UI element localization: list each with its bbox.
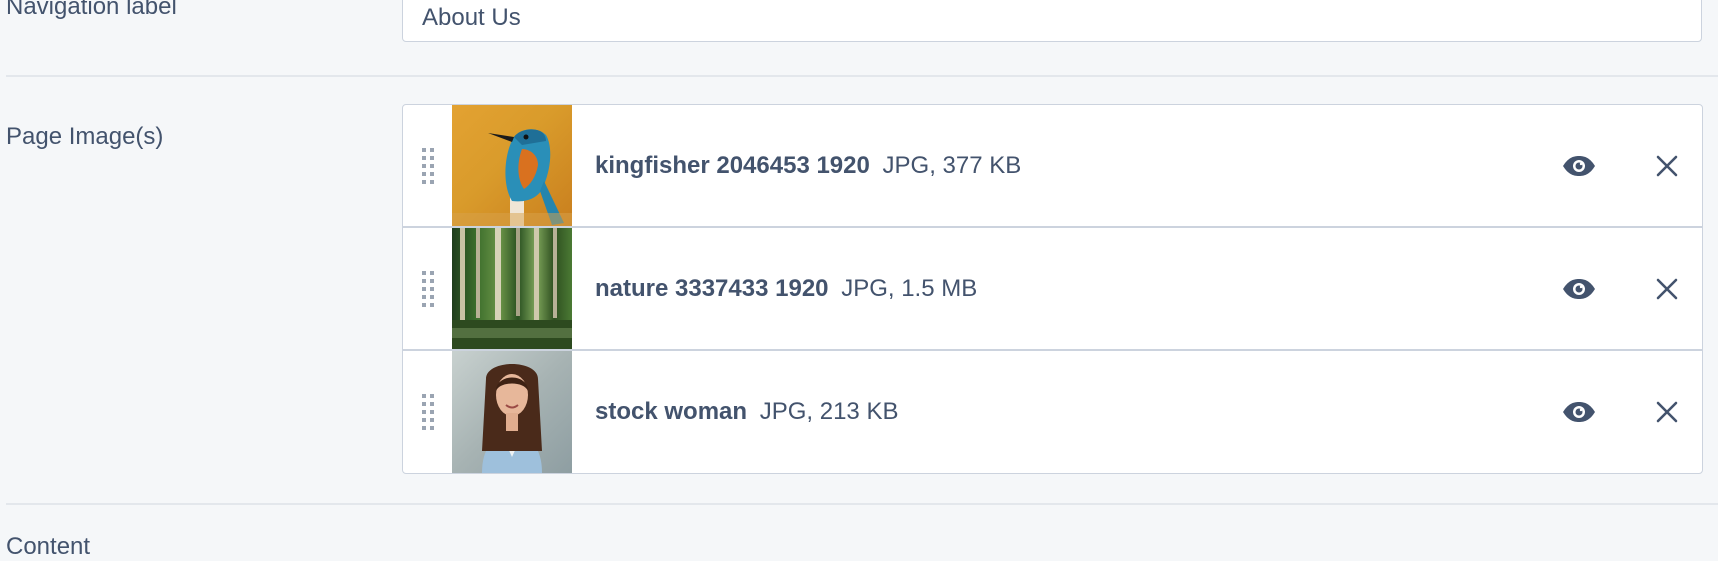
navigation-label: Navigation label bbox=[6, 0, 177, 20]
close-icon[interactable] bbox=[1645, 390, 1689, 434]
forest-thumbnail bbox=[452, 228, 572, 349]
eye-icon[interactable] bbox=[1557, 144, 1601, 188]
close-icon[interactable] bbox=[1645, 144, 1689, 188]
file-name: stock woman bbox=[595, 398, 748, 425]
navigation-label-input[interactable] bbox=[402, 0, 1702, 42]
page-images-label: Page Image(s) bbox=[6, 123, 164, 150]
file-name: nature 3337433 1920 bbox=[595, 274, 829, 302]
drag-handle-icon[interactable] bbox=[403, 351, 452, 473]
file-name: kingfisher 2046453 1920 bbox=[595, 151, 870, 179]
eye-icon[interactable] bbox=[1557, 267, 1601, 311]
file-meta: JPG, 213 KB bbox=[759, 398, 899, 425]
content-label: Content bbox=[6, 533, 91, 560]
close-icon[interactable] bbox=[1645, 267, 1689, 311]
eye-icon[interactable] bbox=[1557, 390, 1601, 434]
kingfisher-thumbnail bbox=[452, 105, 572, 226]
page-images-upload-list: kingfisher 2046453 1920 JPG, 377 KB natu… bbox=[402, 104, 1703, 474]
field-divider bbox=[6, 75, 1718, 77]
upload-item: nature 3337433 1920 JPG, 1.5 MB bbox=[403, 228, 1702, 351]
drag-handle-icon[interactable] bbox=[403, 228, 452, 349]
field-divider bbox=[6, 503, 1718, 505]
woman-portrait-thumbnail bbox=[452, 351, 572, 473]
upload-item: kingfisher 2046453 1920 JPG, 377 KB bbox=[403, 105, 1702, 228]
file-meta: JPG, 1.5 MB bbox=[841, 274, 978, 302]
upload-item: stock woman JPG, 213 KB bbox=[403, 351, 1702, 473]
drag-handle-icon[interactable] bbox=[403, 105, 452, 226]
file-meta: JPG, 377 KB bbox=[882, 151, 1022, 179]
